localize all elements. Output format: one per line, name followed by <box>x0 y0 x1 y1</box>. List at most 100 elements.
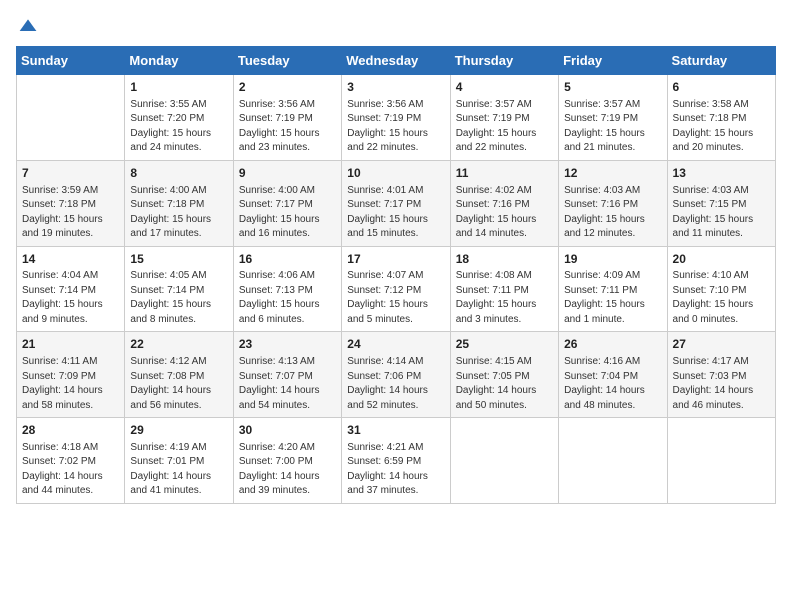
calendar-cell <box>667 418 775 504</box>
day-info: Sunrise: 4:12 AMSunset: 7:08 PMDaylight:… <box>130 355 227 413</box>
calendar-cell: 8 Sunrise: 4:00 AMSunset: 7:18 PMDaylight… <box>125 160 233 246</box>
day-number: 23 <box>239 336 336 353</box>
day-info: Sunrise: 4:06 AMSunset: 7:13 PMDaylight:… <box>239 269 336 327</box>
day-info: Sunrise: 4:18 AMSunset: 7:02 PMDaylight:… <box>22 441 119 499</box>
calendar-cell: 10Sunrise: 4:01 AMSunset: 7:17 PMDayligh… <box>342 160 450 246</box>
day-info: Sunrise: 4:16 AMSunset: 7:04 PMDaylight:… <box>564 355 661 413</box>
day-number: 18 <box>456 251 553 268</box>
day-info: Sunrise: 4:14 AMSunset: 7:06 PMDaylight:… <box>347 355 444 413</box>
day-info: Sunrise: 3:56 AMSunset: 7:19 PMDaylight:… <box>239 98 336 156</box>
day-number: 13 <box>673 165 770 182</box>
day-info: Sunrise: 4:08 AMSunset: 7:11 PMDaylight:… <box>456 269 553 327</box>
calendar-cell: 13 Sunrise: 4:03 AMSunset: 7:15 PMDayligh… <box>667 160 775 246</box>
calendar-header-friday: Friday <box>559 47 667 75</box>
day-info: Sunrise: 4:00 AMSunset: 7:18 PMDaylight:… <box>130 184 227 242</box>
day-number: 26 <box>564 336 661 353</box>
day-info: Sunrise: 3:57 AMSunset: 7:19 PMDaylight:… <box>456 98 553 156</box>
calendar-cell: 5Sunrise: 3:57 AMSunset: 7:19 PMDaylight… <box>559 75 667 161</box>
day-number: 1 <box>130 79 227 96</box>
calendar-cell: 1 Sunrise: 3:55 AMSunset: 7:20 PMDaylight… <box>125 75 233 161</box>
calendar-cell: 27 Sunrise: 4:17 AMSunset: 7:03 PMDayligh… <box>667 332 775 418</box>
calendar-week-row: 21Sunrise: 4:11 AMSunset: 7:09 PMDayligh… <box>17 332 776 418</box>
day-number: 11 <box>456 165 553 182</box>
calendar-cell: 11 Sunrise: 4:02 AMSunset: 7:16 PMDayligh… <box>450 160 558 246</box>
calendar-cell <box>17 75 125 161</box>
day-info: Sunrise: 3:58 AMSunset: 7:18 PMDaylight:… <box>673 98 770 156</box>
calendar-header-wednesday: Wednesday <box>342 47 450 75</box>
day-info: Sunrise: 4:19 AMSunset: 7:01 PMDaylight:… <box>130 441 227 499</box>
calendar-cell: 23 Sunrise: 4:13 AMSunset: 7:07 PMDayligh… <box>233 332 341 418</box>
calendar-cell: 30 Sunrise: 4:20 AMSunset: 7:00 PMDayligh… <box>233 418 341 504</box>
calendar-cell: 12Sunrise: 4:03 AMSunset: 7:16 PMDayligh… <box>559 160 667 246</box>
day-number: 10 <box>347 165 444 182</box>
day-number: 20 <box>673 251 770 268</box>
day-number: 21 <box>22 336 119 353</box>
day-number: 7 <box>22 165 119 182</box>
day-info: Sunrise: 3:57 AMSunset: 7:19 PMDaylight:… <box>564 98 661 156</box>
calendar-cell: 28 Sunrise: 4:18 AMSunset: 7:02 PMDayligh… <box>17 418 125 504</box>
calendar-week-row: 1 Sunrise: 3:55 AMSunset: 7:20 PMDaylight… <box>17 75 776 161</box>
day-number: 4 <box>456 79 553 96</box>
calendar-header-sunday: Sunday <box>17 47 125 75</box>
day-info: Sunrise: 4:07 AMSunset: 7:12 PMDaylight:… <box>347 269 444 327</box>
day-number: 14 <box>22 251 119 268</box>
calendar-cell: 19Sunrise: 4:09 AMSunset: 7:11 PMDayligh… <box>559 246 667 332</box>
page-header <box>16 16 776 36</box>
calendar-week-row: 28 Sunrise: 4:18 AMSunset: 7:02 PMDayligh… <box>17 418 776 504</box>
calendar-cell: 14Sunrise: 4:04 AMSunset: 7:14 PMDayligh… <box>17 246 125 332</box>
day-number: 6 <box>673 79 770 96</box>
calendar-cell: 6 Sunrise: 3:58 AMSunset: 7:18 PMDaylight… <box>667 75 775 161</box>
day-info: Sunrise: 4:21 AMSunset: 6:59 PMDaylight:… <box>347 441 444 499</box>
day-number: 19 <box>564 251 661 268</box>
day-info: Sunrise: 3:59 AMSunset: 7:18 PMDaylight:… <box>22 184 119 242</box>
day-number: 3 <box>347 79 444 96</box>
logo <box>16 16 38 36</box>
calendar-cell: 29Sunrise: 4:19 AMSunset: 7:01 PMDayligh… <box>125 418 233 504</box>
day-number: 22 <box>130 336 227 353</box>
day-info: Sunrise: 4:15 AMSunset: 7:05 PMDaylight:… <box>456 355 553 413</box>
day-info: Sunrise: 4:03 AMSunset: 7:15 PMDaylight:… <box>673 184 770 242</box>
calendar-cell: 31 Sunrise: 4:21 AMSunset: 6:59 PMDayligh… <box>342 418 450 504</box>
calendar-cell: 24 Sunrise: 4:14 AMSunset: 7:06 PMDayligh… <box>342 332 450 418</box>
day-number: 28 <box>22 422 119 439</box>
day-info: Sunrise: 4:20 AMSunset: 7:00 PMDaylight:… <box>239 441 336 499</box>
day-number: 9 <box>239 165 336 182</box>
day-number: 2 <box>239 79 336 96</box>
day-info: Sunrise: 4:13 AMSunset: 7:07 PMDaylight:… <box>239 355 336 413</box>
calendar-header-row: SundayMondayTuesdayWednesdayThursdayFrid… <box>17 47 776 75</box>
calendar-cell: 4 Sunrise: 3:57 AMSunset: 7:19 PMDaylight… <box>450 75 558 161</box>
day-number: 24 <box>347 336 444 353</box>
day-number: 8 <box>130 165 227 182</box>
calendar-week-row: 14Sunrise: 4:04 AMSunset: 7:14 PMDayligh… <box>17 246 776 332</box>
calendar-cell: 22 Sunrise: 4:12 AMSunset: 7:08 PMDayligh… <box>125 332 233 418</box>
calendar-cell: 20Sunrise: 4:10 AMSunset: 7:10 PMDayligh… <box>667 246 775 332</box>
calendar-cell: 9Sunrise: 4:00 AMSunset: 7:17 PMDaylight… <box>233 160 341 246</box>
calendar-table: SundayMondayTuesdayWednesdayThursdayFrid… <box>16 46 776 504</box>
day-number: 30 <box>239 422 336 439</box>
calendar-cell: 3Sunrise: 3:56 AMSunset: 7:19 PMDaylight… <box>342 75 450 161</box>
calendar-cell: 26 Sunrise: 4:16 AMSunset: 7:04 PMDayligh… <box>559 332 667 418</box>
day-info: Sunrise: 4:10 AMSunset: 7:10 PMDaylight:… <box>673 269 770 327</box>
calendar-header-monday: Monday <box>125 47 233 75</box>
day-info: Sunrise: 4:09 AMSunset: 7:11 PMDaylight:… <box>564 269 661 327</box>
calendar-cell: 2 Sunrise: 3:56 AMSunset: 7:19 PMDaylight… <box>233 75 341 161</box>
day-number: 27 <box>673 336 770 353</box>
day-info: Sunrise: 4:04 AMSunset: 7:14 PMDaylight:… <box>22 269 119 327</box>
calendar-cell <box>559 418 667 504</box>
day-number: 15 <box>130 251 227 268</box>
calendar-cell: 18Sunrise: 4:08 AMSunset: 7:11 PMDayligh… <box>450 246 558 332</box>
day-number: 17 <box>347 251 444 268</box>
day-info: Sunrise: 4:05 AMSunset: 7:14 PMDaylight:… <box>130 269 227 327</box>
logo-icon <box>18 16 38 36</box>
calendar-cell <box>450 418 558 504</box>
calendar-cell: 15Sunrise: 4:05 AMSunset: 7:14 PMDayligh… <box>125 246 233 332</box>
day-info: Sunrise: 3:55 AMSunset: 7:20 PMDaylight:… <box>130 98 227 156</box>
calendar-header-saturday: Saturday <box>667 47 775 75</box>
day-info: Sunrise: 4:02 AMSunset: 7:16 PMDaylight:… <box>456 184 553 242</box>
calendar-cell: 17Sunrise: 4:07 AMSunset: 7:12 PMDayligh… <box>342 246 450 332</box>
day-info: Sunrise: 4:17 AMSunset: 7:03 PMDaylight:… <box>673 355 770 413</box>
day-number: 31 <box>347 422 444 439</box>
day-number: 16 <box>239 251 336 268</box>
calendar-week-row: 7 Sunrise: 3:59 AMSunset: 7:18 PMDaylight… <box>17 160 776 246</box>
calendar-header-thursday: Thursday <box>450 47 558 75</box>
